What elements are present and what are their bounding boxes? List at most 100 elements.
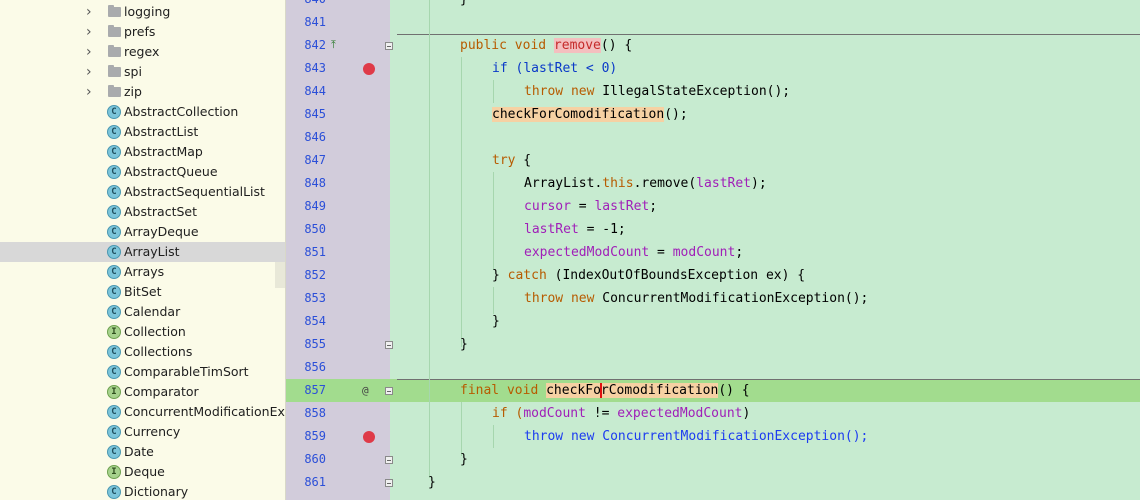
line-number: 859 <box>304 429 326 443</box>
code-line: throw new ConcurrentModificationExceptio… <box>524 291 869 306</box>
class-icon: C <box>107 345 121 359</box>
class-icon: C <box>107 105 121 119</box>
class-name: Collections <box>124 344 193 359</box>
code-line: checkForComodification(); <box>492 107 688 122</box>
code-line: } <box>460 337 468 352</box>
tree-class-row[interactable]: C Dictionary <box>0 482 285 500</box>
code-line: } <box>428 475 436 490</box>
code-line: if (lastRet < 0) <box>492 61 618 76</box>
class-name: Deque <box>124 464 165 479</box>
tree-class-row[interactable]: C BitSet <box>0 282 285 302</box>
tree-class-row[interactable]: C AbstractCollection <box>0 102 285 122</box>
chevron-right-icon[interactable]: › <box>86 42 98 62</box>
tree-class-row[interactable]: C Collections <box>0 342 285 362</box>
tree-class-row[interactable]: C ComparableTimSort <box>0 362 285 382</box>
line-number: 844 <box>304 84 326 98</box>
class-name: AbstractCollection <box>124 104 239 119</box>
override-marker-icon[interactable]: @ <box>362 384 369 397</box>
tree-class-row[interactable]: C ConcurrentModificationExce <box>0 402 285 422</box>
tree-class-row[interactable]: C Date <box>0 442 285 462</box>
class-icon: C <box>107 125 121 139</box>
line-number: 849 <box>304 199 326 213</box>
class-name: AbstractQueue <box>124 164 218 179</box>
class-icon: C <box>107 485 121 499</box>
chevron-right-icon[interactable]: › <box>86 2 98 22</box>
class-icon: C <box>107 285 121 299</box>
code-line: throw new IllegalStateException(); <box>524 84 791 99</box>
tree-folder-row[interactable]: › regex <box>0 42 285 62</box>
breakpoint-icon[interactable] <box>363 431 375 443</box>
code-line: } <box>460 452 468 467</box>
class-name: Comparator <box>124 384 199 399</box>
class-name: BitSet <box>124 284 162 299</box>
line-number: 843 <box>304 61 326 75</box>
tree-folder-row[interactable]: › spi <box>0 62 285 82</box>
line-number: 855 <box>304 337 326 351</box>
class-name: Date <box>124 444 154 459</box>
tree-scrollbar[interactable] <box>275 262 285 288</box>
line-number: 850 <box>304 222 326 236</box>
folder-name: regex <box>124 44 160 59</box>
folder-icon <box>108 85 121 97</box>
tree-class-row[interactable]: C ArrayDeque <box>0 222 285 242</box>
code-line: cursor = lastRet; <box>524 199 658 214</box>
folder-name: zip <box>124 84 142 99</box>
line-number: 840 <box>286 0 326 11</box>
code-line: } catch (IndexOutOfBoundsException ex) { <box>492 268 806 283</box>
line-number: 847 <box>304 153 326 167</box>
class-name: AbstractSet <box>124 204 197 219</box>
class-name: ComparableTimSort <box>124 364 249 379</box>
folder-icon <box>108 25 121 37</box>
line-number: 842 <box>304 38 326 52</box>
class-icon: C <box>107 225 121 239</box>
tree-class-row[interactable]: I Comparator <box>0 382 285 402</box>
line-number: 851 <box>304 245 326 259</box>
tree-class-row[interactable]: C ArrayList <box>0 242 285 262</box>
tree-class-row[interactable]: C AbstractList <box>0 122 285 142</box>
folder-icon <box>108 45 121 57</box>
tree-class-row[interactable]: C AbstractSet <box>0 202 285 222</box>
tree-class-row[interactable]: I Collection <box>0 322 285 342</box>
tree-folder-row[interactable]: › prefs <box>0 22 285 42</box>
code-line: if (modCount != expectedModCount) <box>492 406 751 421</box>
tree-class-row[interactable]: I Deque <box>0 462 285 482</box>
chevron-right-icon[interactable]: › <box>86 62 98 82</box>
class-name: Dictionary <box>124 484 189 499</box>
class-icon: C <box>107 425 121 439</box>
breakpoint-icon[interactable] <box>363 63 375 75</box>
line-number: 845 <box>304 107 326 121</box>
line-number: 853 <box>304 291 326 305</box>
code-line: } <box>492 314 500 329</box>
folder-name: spi <box>124 64 142 79</box>
tree-folder-row[interactable]: › zip <box>0 82 285 102</box>
class-icon: C <box>107 145 121 159</box>
tree-class-row[interactable]: C AbstractMap <box>0 142 285 162</box>
tree-class-row[interactable]: C Calendar <box>0 302 285 322</box>
folder-name: prefs <box>124 24 156 39</box>
class-icon: C <box>107 305 121 319</box>
tree-class-row[interactable]: C AbstractQueue <box>0 162 285 182</box>
tree-class-row[interactable]: C Arrays <box>0 262 285 282</box>
code-line-current: final void checkForComodification() { <box>460 383 750 398</box>
tree-class-row[interactable]: C AbstractSequentialList <box>0 182 285 202</box>
chevron-right-icon[interactable]: › <box>86 22 98 42</box>
class-name: Arrays <box>124 264 165 279</box>
tree-class-row[interactable]: C Currency <box>0 422 285 442</box>
folder-name: logging <box>124 4 171 19</box>
chevron-right-icon[interactable]: › <box>86 82 98 102</box>
folder-icon <box>108 65 121 77</box>
implements-icon[interactable]: ⤒ <box>331 38 336 52</box>
class-name: AbstractMap <box>124 144 203 159</box>
tree-folder-row[interactable]: › logging <box>0 2 285 22</box>
line-number: 846 <box>304 130 326 144</box>
class-icon: C <box>107 365 121 379</box>
line-number: 841 <box>304 15 326 29</box>
line-number: 856 <box>304 360 326 374</box>
class-name: Collection <box>124 324 186 339</box>
interface-icon: I <box>107 385 121 399</box>
line-number: 861 <box>304 475 326 489</box>
class-icon: C <box>107 205 121 219</box>
code-line: public void remove() { <box>460 38 633 53</box>
class-icon: C <box>107 245 121 259</box>
class-icon: C <box>107 185 121 199</box>
